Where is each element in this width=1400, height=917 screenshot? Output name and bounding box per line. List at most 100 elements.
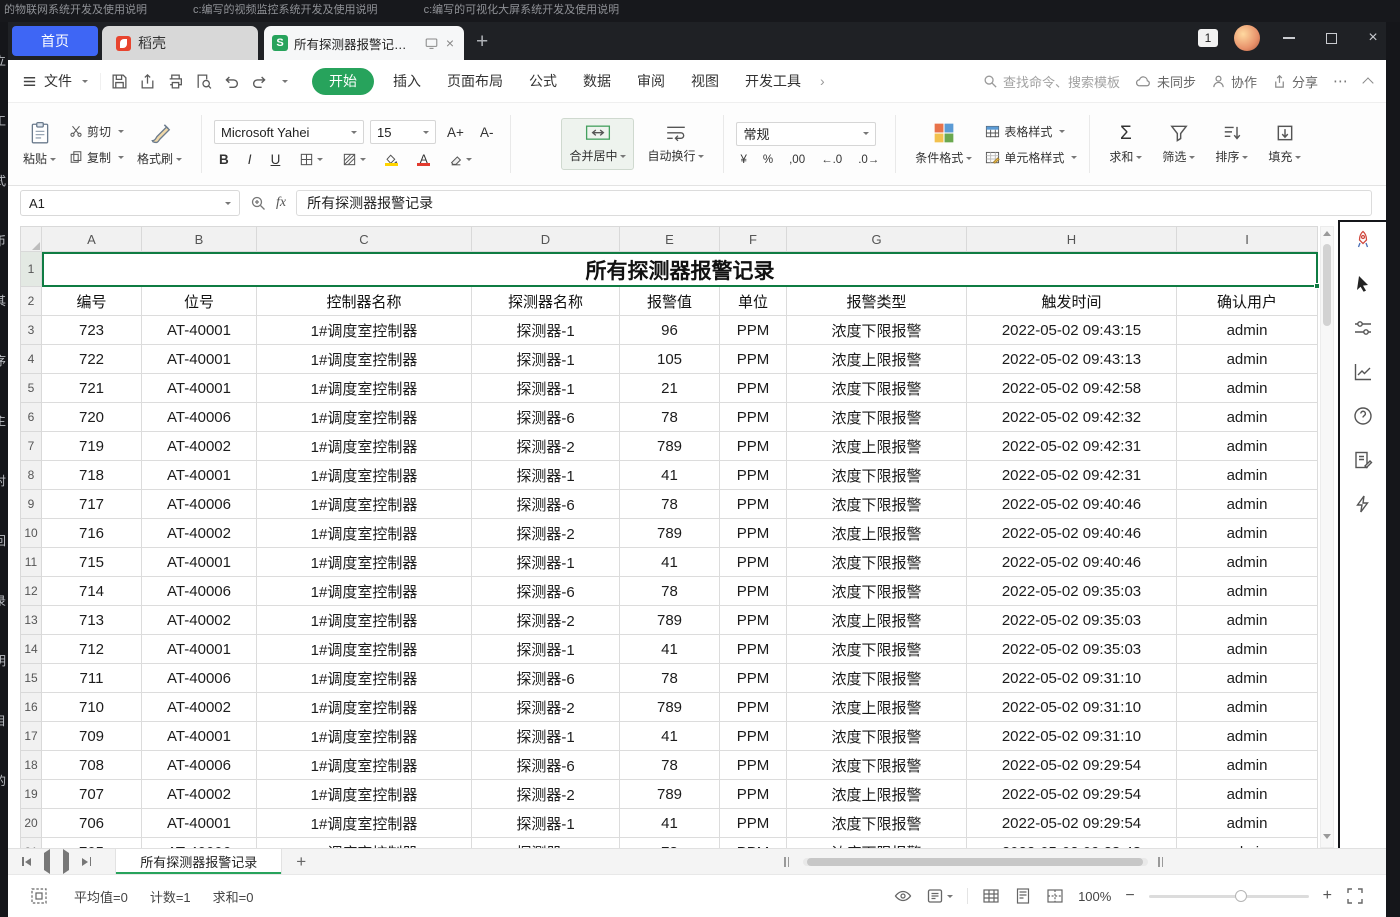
- cell[interactable]: 浓度下限报警: [787, 635, 967, 664]
- row-header-6[interactable]: 6: [20, 403, 42, 432]
- cell[interactable]: AT-40002: [142, 693, 257, 722]
- cell[interactable]: 1#调度室控制器: [257, 722, 472, 751]
- cell[interactable]: 探测器-2: [472, 693, 620, 722]
- cell[interactable]: 1#调度室控制器: [257, 838, 472, 848]
- increase-font-button[interactable]: A+: [442, 124, 469, 141]
- cell[interactable]: admin: [1177, 664, 1318, 693]
- cell[interactable]: 706: [42, 809, 142, 838]
- cell[interactable]: 探测器-6: [472, 664, 620, 693]
- fullscreen-icon[interactable]: [1346, 887, 1364, 905]
- cell[interactable]: 714: [42, 577, 142, 606]
- cell[interactable]: 1#调度室控制器: [257, 374, 472, 403]
- undo-icon[interactable]: [223, 73, 240, 90]
- cell[interactable]: 2022-05-02 09:35:03: [967, 635, 1177, 664]
- document-tab[interactable]: S 所有探测器报警记录...-10-05-23 ×: [264, 26, 464, 60]
- cell[interactable]: 探测器-6: [472, 838, 620, 848]
- cell[interactable]: 探测器-6: [472, 577, 620, 606]
- cell[interactable]: admin: [1177, 432, 1318, 461]
- cell[interactable]: admin: [1177, 751, 1318, 780]
- rocket-icon[interactable]: [1353, 230, 1373, 250]
- redo-icon[interactable]: [251, 73, 268, 90]
- row-header-8[interactable]: 8: [20, 461, 42, 490]
- cell[interactable]: 报警类型: [787, 287, 967, 316]
- row-header-10[interactable]: 10: [20, 519, 42, 548]
- cell[interactable]: 710: [42, 693, 142, 722]
- cell[interactable]: AT-40001: [142, 635, 257, 664]
- close-tab-icon[interactable]: ×: [444, 35, 456, 51]
- cell[interactable]: PPM: [720, 490, 787, 519]
- cell[interactable]: admin: [1177, 635, 1318, 664]
- cell[interactable]: admin: [1177, 722, 1318, 751]
- decrease-decimal-button[interactable]: .0→: [854, 153, 883, 167]
- cell[interactable]: 96: [620, 316, 720, 345]
- row-header-20[interactable]: 20: [20, 809, 42, 838]
- menu-tab-审阅[interactable]: 审阅: [624, 60, 678, 103]
- cell[interactable]: 2022-05-02 09:42:31: [967, 461, 1177, 490]
- cell[interactable]: 探测器-1: [472, 809, 620, 838]
- cell[interactable]: 105: [620, 345, 720, 374]
- currency-format-button[interactable]: ¥: [736, 153, 750, 167]
- cell[interactable]: 探测器-1: [472, 548, 620, 577]
- cell[interactable]: 789: [620, 606, 720, 635]
- font-size-select[interactable]: 15: [370, 120, 436, 144]
- eye-icon[interactable]: [894, 887, 912, 905]
- cell[interactable]: 探测器-2: [472, 432, 620, 461]
- cell[interactable]: 2022-05-02 09:42:58: [967, 374, 1177, 403]
- cell[interactable]: 720: [42, 403, 142, 432]
- cell[interactable]: 1#调度室控制器: [257, 577, 472, 606]
- cell[interactable]: PPM: [720, 403, 787, 432]
- sync-status[interactable]: 未同步: [1135, 72, 1196, 91]
- fx-icon[interactable]: fx: [276, 195, 286, 211]
- cell[interactable]: 浓度上限报警: [787, 693, 967, 722]
- cell[interactable]: 715: [42, 548, 142, 577]
- cell[interactable]: PPM: [720, 461, 787, 490]
- chart-edit-icon[interactable]: [1353, 362, 1373, 382]
- cell[interactable]: admin: [1177, 606, 1318, 635]
- cell[interactable]: 712: [42, 635, 142, 664]
- row-header-7[interactable]: 7: [20, 432, 42, 461]
- column-header-E[interactable]: E: [620, 226, 720, 252]
- cell[interactable]: 2022-05-02 09:43:15: [967, 316, 1177, 345]
- row-header-9[interactable]: 9: [20, 490, 42, 519]
- cell[interactable]: AT-40006: [142, 664, 257, 693]
- zoom-in-button[interactable]: +: [1323, 887, 1332, 905]
- next-sheet-icon[interactable]: [63, 853, 69, 871]
- normal-view-icon[interactable]: [982, 887, 1000, 905]
- cell[interactable]: PPM: [720, 635, 787, 664]
- cell[interactable]: 浓度下限报警: [787, 403, 967, 432]
- paste-button[interactable]: 粘贴: [16, 116, 63, 172]
- eraser-button[interactable]: [444, 152, 477, 168]
- cell[interactable]: AT-40001: [142, 345, 257, 374]
- selection-fill-handle[interactable]: [1314, 283, 1320, 289]
- cell[interactable]: admin: [1177, 577, 1318, 606]
- add-sheet-button[interactable]: +: [282, 852, 320, 872]
- cell[interactable]: PPM: [720, 664, 787, 693]
- row-header-17[interactable]: 17: [20, 722, 42, 751]
- select-all-corner[interactable]: [20, 226, 42, 252]
- formula-input[interactable]: 所有探测器报警记录: [296, 190, 1372, 216]
- cell[interactable]: admin: [1177, 780, 1318, 809]
- collaborate-button[interactable]: 协作: [1211, 72, 1257, 91]
- cell[interactable]: 2022-05-02 09:29:54: [967, 780, 1177, 809]
- column-header-B[interactable]: B: [142, 226, 257, 252]
- decrease-font-button[interactable]: A-: [475, 124, 499, 141]
- tab-split-handle[interactable]: [784, 857, 789, 867]
- cell[interactable]: PPM: [720, 751, 787, 780]
- last-sheet-icon[interactable]: [82, 857, 91, 866]
- cell[interactable]: 1#调度室控制器: [257, 751, 472, 780]
- font-name-select[interactable]: Microsoft Yahei: [214, 120, 364, 144]
- cell[interactable]: 2022-05-02 09:31:10: [967, 722, 1177, 751]
- cell[interactable]: 浓度下限报警: [787, 490, 967, 519]
- cell[interactable]: 浓度上限报警: [787, 345, 967, 374]
- cell[interactable]: 1#调度室控制器: [257, 345, 472, 374]
- cell[interactable]: PPM: [720, 780, 787, 809]
- cell[interactable]: admin: [1177, 403, 1318, 432]
- cell[interactable]: 浓度下限报警: [787, 838, 967, 848]
- cell[interactable]: 报警值: [620, 287, 720, 316]
- cell-style-button[interactable]: 单元格样式: [985, 149, 1077, 166]
- scroll-down-arrow-icon[interactable]: [1323, 834, 1331, 839]
- cell[interactable]: 711: [42, 664, 142, 693]
- comma-style-button[interactable]: ,00: [785, 153, 809, 167]
- cell[interactable]: admin: [1177, 461, 1318, 490]
- cell[interactable]: 浓度下限报警: [787, 548, 967, 577]
